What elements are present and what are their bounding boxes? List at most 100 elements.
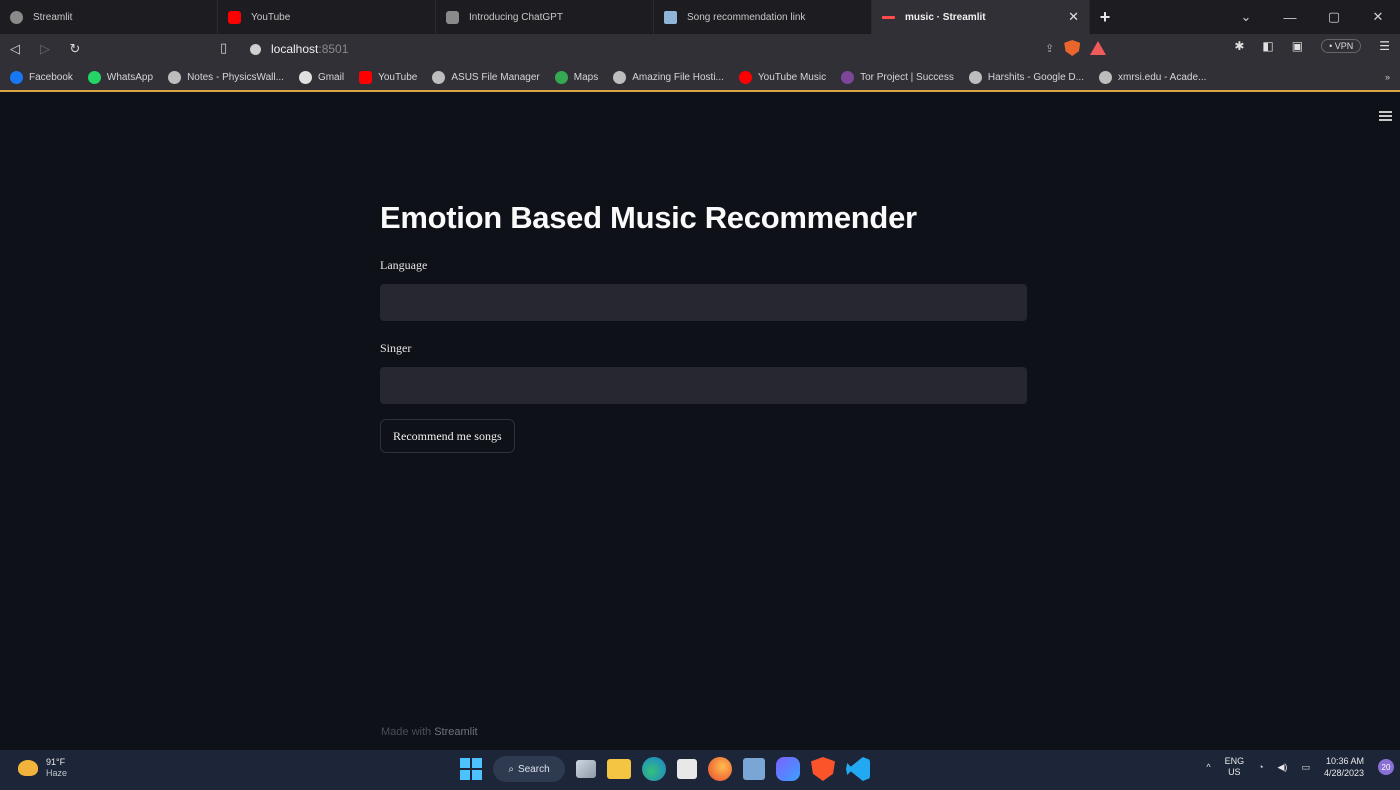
tab-search-chevron-icon[interactable]: ⌄ [1224, 9, 1268, 25]
window-controls: ⌄ — ▢ ✕ [1224, 0, 1400, 34]
app-menu-icon[interactable] [1379, 111, 1392, 121]
more-bookmarks-icon[interactable]: » [1385, 72, 1390, 82]
tab-streamlit[interactable]: Streamlit [0, 0, 218, 34]
streamlit-icon [882, 15, 895, 19]
search-label: Search [517, 763, 550, 775]
singer-input[interactable] [380, 367, 1027, 404]
facebook-icon [10, 70, 23, 84]
recommend-songs-button[interactable]: Recommend me songs [380, 419, 515, 453]
photos-icon[interactable] [743, 758, 765, 780]
system-tray: ^ ENG US ◔ ◀) ▭ 10:36 AM 4/28/2023 20 [1206, 755, 1394, 779]
toolbar-right-actions: ✱ ◧ ▣ • VPN ☰ [1234, 39, 1390, 53]
youtube-music-icon [738, 70, 752, 84]
globe-icon [432, 70, 446, 84]
bookmark-label: xmrsi.edu - Acade... [1118, 71, 1207, 83]
whatsapp-icon [87, 70, 101, 84]
wifi-icon[interactable]: ◔ [1258, 762, 1263, 772]
brave-rewards-icon[interactable] [1090, 41, 1107, 55]
footer-text: Made with [381, 726, 435, 738]
vpn-button[interactable]: • VPN [1321, 39, 1362, 53]
share-icon[interactable]: ⇪ [1045, 42, 1054, 55]
singer-label: Singer [380, 341, 412, 355]
wallet-icon[interactable]: ▣ [1292, 39, 1303, 53]
lang-top: ENG [1224, 756, 1245, 766]
bookmark-maps[interactable]: Maps [554, 70, 599, 84]
minimize-button[interactable]: — [1268, 10, 1312, 25]
new-tab-button[interactable]: + [1090, 0, 1120, 34]
taskbar-search-button[interactable]: ⌕ Search [493, 756, 565, 782]
reload-button[interactable]: ↻ [60, 41, 90, 57]
show-hidden-icons-chevron-icon[interactable]: ^ [1206, 762, 1210, 772]
bookmark-gmail[interactable]: Gmail [298, 70, 345, 84]
forward-button[interactable]: ▷ [30, 41, 60, 57]
bookmark-tor[interactable]: Tor Project | Success [841, 70, 954, 84]
bookmark-facebook[interactable]: Facebook [10, 70, 73, 84]
taskbar-apps: ⌕ Search [460, 756, 870, 782]
bookmark-academic[interactable]: xmrsi.edu - Acade... [1099, 70, 1207, 84]
address-bar[interactable]: localhost:8501 [250, 38, 1100, 60]
windows-start-icon[interactable] [460, 758, 482, 780]
weather-desc: Haze [46, 768, 68, 778]
browser-toolbar: ◁ ▷ ↻ ▯ localhost:8501 ⇪ ✱ ◧ ▣ • VPN ☰ [0, 34, 1400, 64]
footer: Made with Streamlit [381, 726, 478, 738]
tab-title: YouTube [251, 11, 291, 23]
tab-song-recommendation[interactable]: Song recommendation link [654, 0, 872, 34]
task-view-icon[interactable] [576, 760, 596, 778]
bookmark-youtube-music[interactable]: YouTube Music [738, 70, 826, 84]
maps-pin-icon [554, 70, 568, 84]
youtube-icon [359, 70, 373, 84]
bookmark-label: Gmail [317, 71, 345, 83]
bookmark-label: WhatsApp [106, 71, 154, 83]
page-title: Emotion Based Music Recommender [380, 200, 917, 235]
firefox-icon[interactable] [708, 757, 732, 781]
bookmark-page-icon[interactable]: ▯ [220, 40, 227, 56]
vscode-icon[interactable] [846, 757, 870, 781]
tor-icon [841, 70, 855, 84]
battery-icon[interactable]: ▭ [1301, 762, 1310, 773]
bookmark-file-hosting[interactable]: Amazing File Hosti... [613, 70, 724, 84]
bookmark-label: ASUS File Manager [451, 71, 540, 83]
close-tab-icon[interactable]: ✕ [1068, 9, 1079, 25]
taskbar: 91°F Haze ⌕ Search ^ ENG US ◔ ◀) ▭ 10:36… [0, 750, 1400, 790]
back-button[interactable]: ◁ [0, 41, 30, 57]
language-indicator[interactable]: ENG US [1225, 756, 1245, 778]
bookmark-label: Notes - PhysicsWall... [187, 71, 284, 83]
language-input[interactable] [380, 284, 1027, 321]
maximize-button[interactable]: ▢ [1312, 9, 1356, 25]
tab-chatgpt[interactable]: Introducing ChatGPT [436, 0, 654, 34]
file-explorer-icon[interactable] [607, 759, 631, 779]
tab-youtube[interactable]: YouTube [218, 0, 436, 34]
bookmark-label: Maps [573, 71, 599, 83]
doc-icon [664, 10, 677, 24]
bookmark-harshits[interactable]: Harshits - Google D... [968, 70, 1084, 84]
bookmark-whatsapp[interactable]: WhatsApp [87, 70, 154, 84]
bookmark-label: Facebook [29, 71, 73, 83]
streamlit-page: Emotion Based Music Recommender Language… [0, 94, 1400, 750]
haze-weather-icon [18, 760, 38, 776]
extensions-icon[interactable]: ✱ [1234, 39, 1244, 53]
bookmark-notes[interactable]: Notes - PhysicsWall... [168, 70, 284, 84]
brave-browser-icon[interactable] [811, 757, 835, 781]
lang-bottom: US [1228, 767, 1241, 777]
tab-title: Song recommendation link [687, 11, 806, 23]
bookmark-asus[interactable]: ASUS File Manager [432, 70, 540, 84]
chat-app-icon[interactable] [776, 757, 800, 781]
tab-title: music · Streamlit [905, 11, 986, 23]
store-icon[interactable] [677, 759, 697, 779]
bookmark-label: Tor Project | Success [860, 71, 954, 83]
close-window-button[interactable]: ✕ [1356, 9, 1400, 25]
edge-icon[interactable] [642, 757, 666, 781]
bookmark-youtube[interactable]: YouTube [359, 70, 417, 84]
sidebar-icon[interactable]: ◧ [1262, 39, 1273, 53]
volume-icon[interactable]: ◀) [1278, 762, 1288, 773]
notification-badge[interactable]: 20 [1378, 759, 1394, 775]
weather-widget[interactable]: 91°F Haze [18, 757, 67, 779]
tab-music-streamlit[interactable]: music · Streamlit ✕ [872, 0, 1090, 34]
brave-shields-icon[interactable] [1064, 40, 1081, 56]
globe-icon [968, 70, 982, 84]
clock[interactable]: 10:36 AM 4/28/2023 [1324, 755, 1364, 779]
bookmark-label: Harshits - Google D... [987, 71, 1084, 83]
menu-icon[interactable]: ☰ [1379, 39, 1390, 53]
site-info-icon[interactable] [250, 43, 261, 55]
streamlit-link[interactable]: Streamlit [434, 726, 477, 738]
